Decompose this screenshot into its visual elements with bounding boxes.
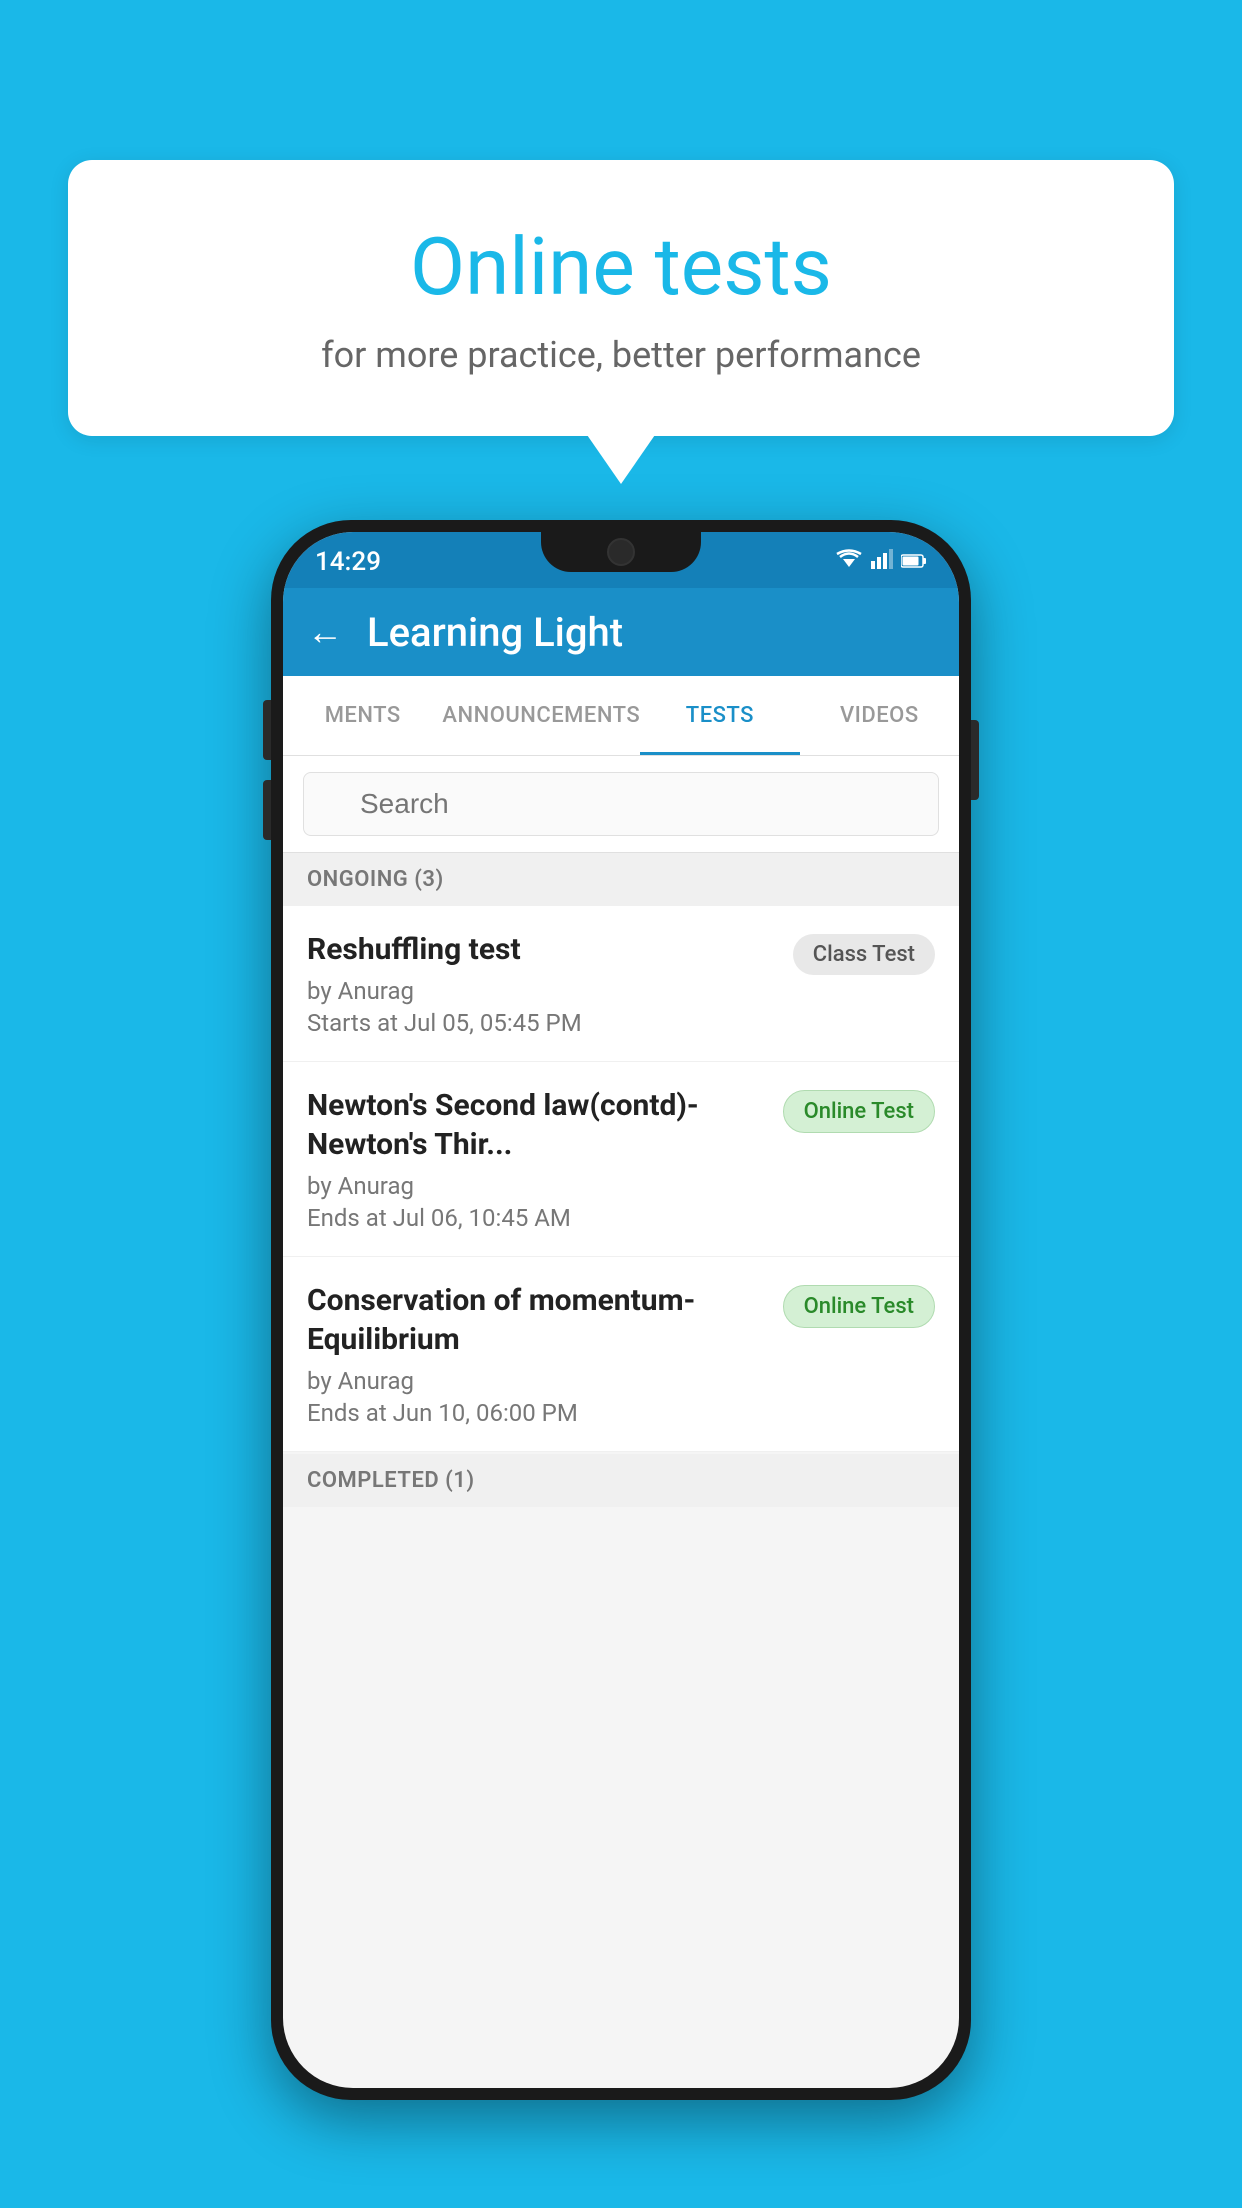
volume-down-button <box>263 780 271 840</box>
wifi-icon <box>835 549 863 575</box>
search-wrapper <box>303 772 939 836</box>
tab-announcements[interactable]: ANNOUNCEMENTS <box>442 676 640 755</box>
speech-bubble-container: Online tests for more practice, better p… <box>68 160 1174 436</box>
test-item[interactable]: Conservation of momentum-Equilibrium by … <box>283 1257 959 1452</box>
front-camera <box>607 538 635 566</box>
tabs-container: MENTS ANNOUNCEMENTS TESTS VIDEOS <box>283 676 959 756</box>
volume-up-button <box>263 700 271 760</box>
test-info: Reshuffling test by Anurag Starts at Jul… <box>307 930 793 1037</box>
tab-videos[interactable]: VIDEOS <box>800 676 959 755</box>
tests-list: Reshuffling test by Anurag Starts at Jul… <box>283 906 959 1452</box>
completed-section-header: COMPLETED (1) <box>283 1454 959 1507</box>
test-author: by Anurag <box>307 1367 767 1395</box>
battery-icon <box>901 550 927 575</box>
test-name: Conservation of momentum-Equilibrium <box>307 1281 767 1359</box>
online-test-badge: Online Test <box>783 1090 935 1133</box>
bubble-title: Online tests <box>108 220 1134 314</box>
status-time: 14:29 <box>315 547 381 577</box>
back-button[interactable]: ← <box>307 611 343 653</box>
test-info: Conservation of momentum-Equilibrium by … <box>307 1281 783 1427</box>
test-author: by Anurag <box>307 1172 767 1200</box>
test-time: Starts at Jul 05, 05:45 PM <box>307 1009 777 1037</box>
online-test-badge: Online Test <box>783 1285 935 1328</box>
signal-icon <box>871 549 893 575</box>
test-item[interactable]: Reshuffling test by Anurag Starts at Jul… <box>283 906 959 1062</box>
test-time: Ends at Jul 06, 10:45 AM <box>307 1204 767 1232</box>
test-item[interactable]: Newton's Second law(contd)-Newton's Thir… <box>283 1062 959 1257</box>
test-time: Ends at Jun 10, 06:00 PM <box>307 1399 767 1427</box>
status-icons <box>835 549 927 575</box>
tab-tests[interactable]: TESTS <box>640 676 799 755</box>
phone-screen: 14:29 <box>283 532 959 2088</box>
app-header: ← Learning Light <box>283 588 959 676</box>
tab-ments[interactable]: MENTS <box>283 676 442 755</box>
search-input[interactable] <box>303 772 939 836</box>
test-name: Reshuffling test <box>307 930 777 969</box>
phone-frame: 14:29 <box>271 520 971 2100</box>
speech-bubble: Online tests for more practice, better p… <box>68 160 1174 436</box>
phone-notch <box>541 532 701 572</box>
class-test-badge: Class Test <box>793 934 935 975</box>
bubble-subtitle: for more practice, better performance <box>108 334 1134 376</box>
ongoing-section-header: ONGOING (3) <box>283 853 959 906</box>
test-name: Newton's Second law(contd)-Newton's Thir… <box>307 1086 767 1164</box>
power-button <box>971 720 979 800</box>
search-container <box>283 756 959 853</box>
test-info: Newton's Second law(contd)-Newton's Thir… <box>307 1086 783 1232</box>
test-author: by Anurag <box>307 977 777 1005</box>
app-title: Learning Light <box>367 609 623 656</box>
